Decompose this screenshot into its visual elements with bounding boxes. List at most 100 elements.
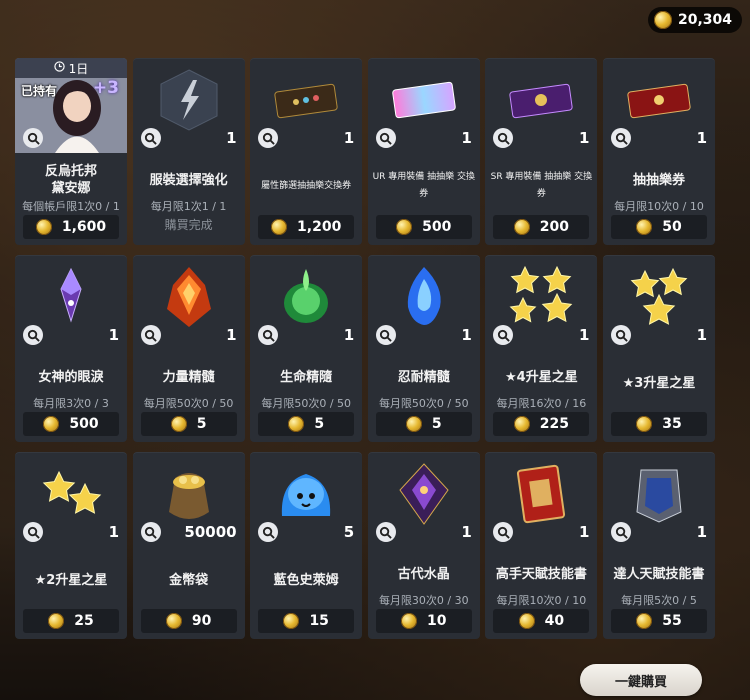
owned-label: 已持有 <box>21 84 58 98</box>
item-name: 高手天賦技能書 <box>495 566 587 582</box>
gold-coin-icon <box>513 416 530 432</box>
price-button[interactable]: 35 <box>611 412 707 436</box>
item-name: 金幣袋 <box>169 572 209 588</box>
shop-item-card[interactable]: 1 ★4升星之星 每月限16次0 / 16 225 <box>485 255 598 442</box>
magnifier-icon[interactable] <box>23 522 43 542</box>
price-button[interactable]: 5 <box>258 412 355 436</box>
price-button[interactable]: 200 <box>493 215 590 239</box>
shop-item-card[interactable]: 1 生命精隨 每月限50次0 / 50 5 <box>250 255 363 442</box>
item-name: 服裝選擇強化 <box>149 172 228 188</box>
shop-item-card[interactable]: 1日 已持有 +3 反烏托邦 黛安娜 每個帳戶限1次0 / 1 1,600 <box>15 58 127 245</box>
ticket-dark-icon <box>272 66 340 134</box>
price-button[interactable]: 55 <box>611 609 707 633</box>
gold-coin-icon <box>401 613 418 629</box>
gold-bag-icon <box>155 460 223 528</box>
gold-coin-icon <box>636 613 653 629</box>
price-button[interactable]: 500 <box>23 412 119 436</box>
item-quantity: 1 <box>461 326 472 344</box>
price-button[interactable]: 40 <box>493 609 590 633</box>
shop-item-card[interactable]: 1 屬性篩選抽抽樂交換券 1,200 <box>250 58 363 245</box>
green-crystal-icon <box>272 263 340 331</box>
gold-coin-icon <box>513 219 530 235</box>
price-button[interactable]: 225 <box>493 412 590 436</box>
price-value: 50 <box>662 219 682 235</box>
purchase-limit: 每月限10次0 / 10 <box>496 594 587 607</box>
stars-4-icon <box>507 263 575 331</box>
item-name: 力量精髓 <box>162 369 215 385</box>
item-name: 生命精隨 <box>280 369 333 385</box>
price-value: 35 <box>662 416 682 432</box>
shop-item-card[interactable]: 1 忍耐精髓 每月限50次0 / 50 5 <box>367 255 480 442</box>
item-quantity: 1 <box>461 129 472 147</box>
shop-item-card[interactable]: 1 UR 專用裝備 抽抽樂 交換券 500 <box>367 58 480 245</box>
stars-3-icon <box>625 263 693 331</box>
ancient-crystal-icon <box>390 460 458 528</box>
gold-coin-icon <box>170 416 187 432</box>
magnifier-icon[interactable] <box>140 522 161 542</box>
item-name: UR 專用裝備 抽抽樂 交換券 <box>372 172 476 199</box>
magnifier-icon[interactable] <box>611 128 631 148</box>
purchase-status: 購買完成 <box>164 218 213 232</box>
shop-item-card[interactable]: 1 SR 專用裝備 抽抽樂 交換券 200 <box>485 58 598 245</box>
price-button[interactable]: 50 <box>611 215 707 239</box>
shop-item-card[interactable]: 1 ★3升星之星 35 <box>603 255 715 442</box>
price-button[interactable]: 1,200 <box>258 215 355 239</box>
magnifier-icon[interactable] <box>375 522 396 542</box>
magnifier-icon[interactable] <box>23 325 43 345</box>
item-name: 古代水晶 <box>397 566 450 582</box>
item-name: 忍耐精髓 <box>397 369 450 385</box>
shop-item-card[interactable]: 1 抽抽樂券 每月限10次0 / 10 50 <box>603 58 715 245</box>
item-quantity: 1 <box>578 326 590 344</box>
item-name: 抽抽樂券 <box>632 172 685 188</box>
blue-crystal-icon <box>390 263 458 331</box>
magnifier-icon[interactable] <box>611 522 631 542</box>
price-button[interactable]: 25 <box>23 609 119 633</box>
purchase-limit: 每月限3次0 / 3 <box>33 397 109 410</box>
price-button[interactable]: 10 <box>375 609 472 633</box>
timer-badge: 1日 <box>15 58 127 78</box>
purchase-limit: 每月限30次0 / 30 <box>378 594 469 607</box>
purchase-limit: 每月限1次1 / 1 <box>150 200 227 213</box>
purple-gem-icon <box>37 263 105 331</box>
purchase-limit: 每月限10次0 / 10 <box>614 200 704 213</box>
shop-item-card[interactable]: 50000 金幣袋 90 <box>132 452 245 639</box>
price-value: 225 <box>539 416 569 432</box>
magnifier-icon[interactable] <box>140 128 161 148</box>
gold-coin-icon <box>288 416 305 432</box>
item-name: 達人天賦技能書 <box>613 566 705 582</box>
price-button[interactable]: 5 <box>375 412 472 436</box>
price-value: 15 <box>309 613 329 629</box>
magnifier-icon[interactable] <box>140 325 161 345</box>
price-value: 200 <box>539 219 569 235</box>
gold-coin-icon <box>35 219 52 235</box>
buy-all-button[interactable]: 一鍵購買 <box>580 664 702 696</box>
magnifier-icon[interactable] <box>23 128 43 148</box>
shop-item-card[interactable]: 1 古代水晶 每月限30次0 / 30 10 <box>367 452 480 639</box>
price-button[interactable]: 90 <box>140 609 237 633</box>
shop-item-card[interactable]: 1 ★2升星之星 25 <box>15 452 127 639</box>
upgrade-level: +3 <box>92 78 119 98</box>
magnifier-icon[interactable] <box>375 128 396 148</box>
red-book-icon <box>507 460 575 528</box>
purchase-limit: 每月限50次0 / 50 <box>143 397 234 410</box>
shop-item-card[interactable]: 1 高手天賦技能書 每月限10次0 / 10 40 <box>485 452 598 639</box>
item-quantity: 1 <box>226 326 237 344</box>
shop-item-card[interactable]: 1 女神的眼淚 每月限3次0 / 3 500 <box>15 255 127 442</box>
purchase-limit: 每月限50次0 / 50 <box>261 397 352 410</box>
gold-coin-icon <box>271 219 288 235</box>
ticket-purple-icon <box>507 66 575 134</box>
shop-item-card[interactable]: 1 服裝選擇強化 每月限1次1 / 1 購買完成 <box>132 58 245 245</box>
shop-item-card[interactable]: 1 力量精髓每月限50次0 / 50 5 <box>132 255 245 442</box>
magnifier-icon[interactable] <box>611 325 631 345</box>
price-value: 40 <box>544 613 565 629</box>
magnifier-icon[interactable] <box>375 325 396 345</box>
price-button[interactable]: 1,600 <box>23 215 119 239</box>
price-value: 5 <box>431 416 442 432</box>
price-value: 500 <box>69 416 99 432</box>
price-button[interactable]: 5 <box>140 412 237 436</box>
item-name: 反烏托邦 黛安娜 <box>44 164 97 196</box>
price-button[interactable]: 500 <box>375 215 472 239</box>
price-button[interactable]: 15 <box>258 609 355 633</box>
shop-item-card[interactable]: 1 達人天賦技能書 每月限5次0 / 5 55 <box>603 452 715 639</box>
shop-item-card[interactable]: 5 藍色史萊姆 15 <box>250 452 363 639</box>
